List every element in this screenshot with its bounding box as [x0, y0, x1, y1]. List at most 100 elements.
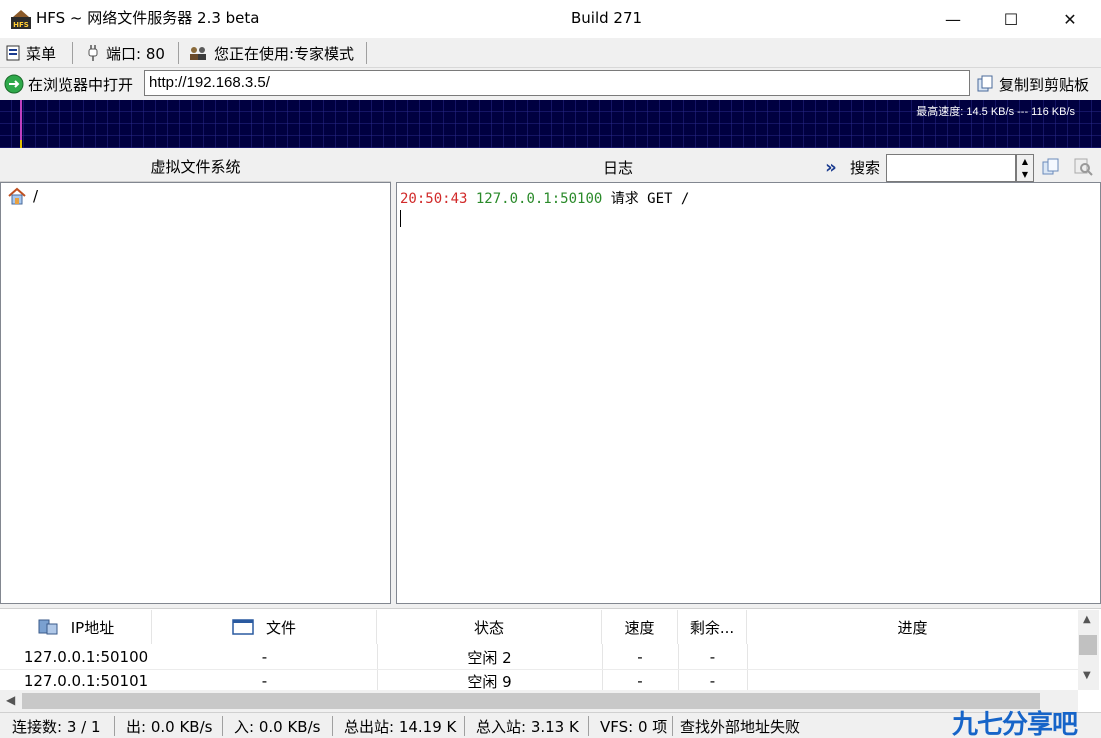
maximize-icon: ☐ — [1003, 9, 1019, 29]
status-vfs-count: VFS: 0 项 — [600, 718, 668, 736]
minimize-icon: — — [945, 9, 961, 29]
vfs-panel-header: 虚拟文件系统 — [0, 152, 391, 182]
copy-to-clipboard-button[interactable]: 复制到剪贴板 — [976, 73, 1089, 95]
spin-up-icon[interactable]: ▲ — [1022, 157, 1028, 166]
bandwidth-graph: 最高速度: 14.5 KB/s --- 116 KB/s — [0, 100, 1101, 148]
table-cell-file[interactable]: - — [152, 670, 377, 692]
close-button[interactable]: ✕ — [1041, 0, 1099, 38]
open-in-browser-label: 在浏览器中打开 — [28, 75, 134, 94]
copy-icon — [1042, 158, 1059, 175]
search-input[interactable] — [886, 154, 1016, 182]
vfs-root-item[interactable]: / — [7, 187, 38, 205]
vfs-root-label: / — [33, 187, 39, 205]
search-find-button[interactable] — [1073, 157, 1095, 181]
network-icon — [38, 619, 58, 635]
status-external-address: 查找外部地址失败 — [680, 718, 801, 736]
log-message: 请求 GET / — [610, 191, 690, 207]
status-divider — [114, 716, 115, 736]
table-cell-status[interactable]: 空闲 2 — [377, 644, 602, 670]
column-divider — [747, 644, 748, 690]
column-header-file[interactable]: 文件 — [152, 610, 377, 644]
toolbar-divider — [366, 42, 367, 64]
status-connections: 连接数: 3 / 1 — [12, 718, 101, 736]
svg-text:HFS: HFS — [13, 21, 29, 29]
column-header-remaining[interactable]: 剩余... — [678, 610, 747, 644]
title-bar: HFS HFS ~ 网络文件服务器 2.3 beta Build 271 — ☐… — [0, 0, 1101, 38]
copy-icon — [977, 75, 993, 92]
menu-button[interactable]: 菜单 — [6, 41, 56, 65]
column-header-status[interactable]: 状态 — [377, 610, 602, 644]
close-icon: ✕ — [1063, 9, 1077, 29]
table-cell-speed[interactable]: - — [602, 670, 678, 692]
log-text-area[interactable]: 20:50:43 127.0.0.1:50100 请求 GET / — [396, 182, 1101, 604]
status-divider — [588, 716, 589, 736]
column-header-label: 进度 — [897, 618, 928, 637]
status-total-out: 总出站: 14.19 K — [344, 718, 457, 736]
horizontal-scroll-thumb[interactable] — [22, 693, 1040, 709]
maximize-button[interactable]: ☐ — [982, 0, 1040, 38]
menu-icon — [6, 45, 20, 61]
status-total-in: 总入站: 3.13 K — [476, 718, 579, 736]
mode-label: 您正在使用:专家模式 — [214, 44, 355, 63]
port-label: 端口: 80 — [106, 44, 165, 63]
table-cell-status[interactable]: 空闲 9 — [377, 670, 602, 692]
port-button[interactable]: 端口: 80 — [86, 41, 165, 65]
scroll-left-icon[interactable]: ◀ — [6, 693, 15, 707]
mode-button[interactable]: 您正在使用:专家模式 — [188, 41, 354, 65]
status-in-speed: 入: 0.0 KB/s — [234, 718, 321, 736]
home-icon — [8, 187, 26, 205]
vfs-tree[interactable]: / — [0, 182, 391, 604]
minimize-button[interactable]: — — [924, 0, 982, 38]
open-in-browser-button[interactable]: 在浏览器中打开 — [4, 73, 133, 95]
window-icon — [232, 619, 254, 635]
status-divider — [222, 716, 223, 736]
column-header-label: 剩余... — [689, 618, 735, 637]
table-cell-remaining[interactable]: - — [678, 670, 747, 692]
scroll-down-icon[interactable]: ▼ — [1083, 670, 1091, 681]
status-divider — [464, 716, 465, 736]
column-header-speed[interactable]: 速度 — [602, 610, 678, 644]
plug-icon — [88, 45, 98, 61]
log-entry: 20:50:43 127.0.0.1:50100 请求 GET / — [400, 188, 689, 208]
status-divider — [332, 716, 333, 736]
table-cell-remaining[interactable]: - — [678, 644, 747, 670]
toolbar-divider — [178, 42, 179, 64]
scroll-up-icon[interactable]: ▲ — [1083, 614, 1091, 625]
hfs-window: HFS HFS ~ 网络文件服务器 2.3 beta Build 271 — ☐… — [0, 0, 1101, 738]
table-cell-ip[interactable]: 127.0.0.1:50100 — [0, 644, 172, 670]
log-panel-header: 日志 — [602, 158, 633, 177]
table-cell-file[interactable]: - — [152, 644, 377, 670]
column-header-label: 状态 — [473, 618, 504, 637]
url-field[interactable]: http://192.168.3.5/ — [144, 70, 970, 96]
log-time: 20:50:43 — [400, 191, 468, 207]
build-label: Build 271 — [571, 9, 643, 27]
hfs-logo-icon: HFS — [10, 8, 32, 30]
toolbar-divider — [72, 42, 73, 64]
column-header-ip[interactable]: IP地址 — [0, 610, 152, 644]
log-address: 127.0.0.1:50100 — [475, 191, 603, 207]
vertical-scroll-thumb[interactable] — [1079, 635, 1097, 655]
column-header-progress[interactable]: 进度 — [747, 610, 1078, 644]
status-divider — [672, 716, 673, 736]
main-toolbar: 菜单 端口: 80 您正在使用:专家模式 — [0, 38, 1101, 68]
search-copy-button[interactable] — [1041, 157, 1061, 181]
column-header-label: IP地址 — [70, 618, 115, 637]
globe-icon — [4, 74, 24, 94]
table-cell-speed[interactable]: - — [602, 644, 678, 670]
spin-down-icon[interactable]: ▼ — [1022, 170, 1028, 179]
table-cell-ip[interactable]: 127.0.0.1:50101 — [0, 670, 172, 692]
search-label: 搜索 — [850, 159, 881, 177]
column-header-label: 速度 — [624, 618, 655, 637]
graph-speed-label: 最高速度: 14.5 KB/s --- 116 KB/s — [916, 106, 1075, 118]
window-title: HFS ~ 网络文件服务器 2.3 beta — [36, 9, 260, 27]
users-icon — [190, 47, 206, 60]
column-header-label: 文件 — [265, 618, 296, 637]
expand-log-button[interactable]: » — [821, 155, 841, 179]
text-cursor — [400, 210, 401, 227]
copy-to-clipboard-label: 复制到剪贴板 — [999, 75, 1090, 94]
panel-splitter[interactable] — [391, 152, 394, 604]
status-out-speed: 出: 0.0 KB/s — [126, 718, 213, 736]
find-icon — [1074, 158, 1093, 176]
search-spinner[interactable]: ▲ ▼ — [1016, 154, 1034, 182]
menu-label: 菜单 — [26, 44, 57, 63]
